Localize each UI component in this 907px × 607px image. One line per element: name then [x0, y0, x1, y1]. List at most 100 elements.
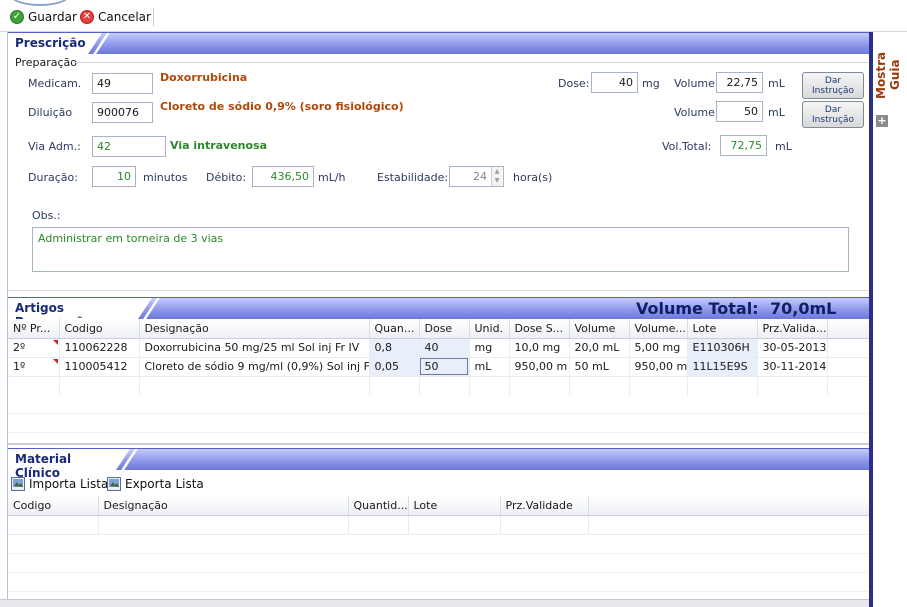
col-header-empty — [588, 496, 870, 516]
cell[interactable]: 110005412 — [59, 357, 140, 377]
material-table: Codigo Designação Quantid... Lote Prz.Va… — [8, 496, 870, 535]
col-header[interactable]: Prz.Valida... — [757, 319, 828, 339]
checkmark-icon: ✓ — [10, 10, 24, 24]
col-header[interactable]: Dose S... — [509, 319, 570, 339]
volume1-input[interactable] — [716, 72, 763, 93]
medicam-label: Medicam. — [28, 77, 82, 90]
cancel-icon: ✕ — [80, 10, 94, 24]
debito-input[interactable] — [252, 166, 314, 187]
debito-label: Débito: — [206, 171, 247, 184]
estabilidade-label: Estabilidade: — [377, 171, 449, 184]
cell[interactable]: 30-11-2014 — [757, 357, 828, 377]
dose-unit: mg — [642, 77, 660, 90]
group-line — [74, 62, 868, 63]
cell[interactable]: 10,0 mg — [509, 338, 570, 358]
col-header[interactable]: Quan... — [369, 319, 420, 339]
cell[interactable]: mg — [469, 338, 510, 358]
cancel-button[interactable]: ✕ Cancelar — [80, 9, 151, 25]
col-header[interactable]: Volume... — [629, 319, 688, 339]
expand-plus-icon[interactable]: + — [876, 115, 888, 127]
dar-instrucao-button-1[interactable]: Dar Instrução — [802, 72, 864, 99]
obs-label: Obs.: — [32, 209, 61, 222]
cell[interactable]: 20,0 mL — [569, 338, 630, 358]
cell[interactable]: 0,8 — [369, 338, 420, 358]
guide-side-panel — [869, 32, 907, 607]
artigos-title: Artigos Preparação — [8, 298, 152, 329]
debito-unit: mL/h — [318, 171, 346, 184]
dar-instrucao-button-2[interactable]: Dar Instrução — [802, 101, 864, 128]
diluicao-label: Diluição — [28, 106, 73, 119]
estabilidade-unit: hora(s) — [513, 171, 553, 184]
empty-row — [8, 376, 870, 396]
cell[interactable]: 0,05 — [369, 357, 420, 377]
vol-total-label: Vol.Total: — [662, 140, 712, 153]
col-header[interactable]: Lote — [408, 496, 501, 516]
cell[interactable]: Cloreto de sódio 9 mg/ml (0,9%) Sol inj … — [139, 357, 370, 377]
duracao-unit: minutos — [143, 171, 188, 184]
col-header[interactable]: Designação — [139, 319, 370, 339]
toolbar-separator — [153, 8, 154, 26]
col-header-empty — [827, 319, 870, 339]
bottom-border — [0, 599, 907, 607]
estabilidade-spinner[interactable]: ▲ ▼ — [491, 167, 502, 186]
diluicao-code-input[interactable] — [92, 102, 153, 123]
artigos-table: Nº Pr... Codigo Designação Quan... Dose … — [8, 319, 870, 396]
material-header: Material Clínico — [8, 448, 869, 480]
col-header[interactable]: Quantid... — [348, 496, 409, 516]
spin-down-icon[interactable]: ▼ — [492, 176, 502, 185]
spin-up-icon[interactable]: ▲ — [492, 167, 502, 176]
obs-textarea[interactable]: Administrar em torneira de 3 vias — [32, 227, 849, 272]
col-header[interactable]: Codigo — [8, 496, 99, 516]
col-header[interactable]: Designação — [98, 496, 349, 516]
importa-lista-label: Importa Lista — [29, 477, 109, 491]
vol-total-input[interactable] — [720, 135, 767, 156]
exporta-lista-button[interactable]: Exporta Lista — [107, 476, 204, 492]
cell[interactable]: 950,00 m — [629, 357, 688, 377]
material-empty-area — [8, 535, 869, 599]
col-header[interactable]: Volume — [569, 319, 630, 339]
col-header[interactable]: Dose — [419, 319, 470, 339]
toolbar: ✓ Guardar ✕ Cancelar — [0, 0, 907, 32]
col-header[interactable]: Lote — [687, 319, 758, 339]
volume1-unit: mL — [768, 77, 785, 90]
via-code-input[interactable] — [92, 136, 166, 157]
cell[interactable]: 1º — [8, 357, 60, 377]
col-header[interactable]: Prz.Validade — [500, 496, 589, 516]
volume1-label: Volume: — [674, 77, 719, 90]
table-row[interactable]: 2º 110062228 Doxorrubicina 50 mg/25 ml S… — [8, 338, 870, 358]
volume2-unit: mL — [768, 106, 785, 119]
duracao-input[interactable] — [92, 166, 136, 187]
cell[interactable]: E110306H — [687, 338, 758, 358]
cell[interactable]: 40 — [419, 338, 470, 358]
cell[interactable]: mL — [469, 357, 510, 377]
medicam-name: Doxorrubicina — [160, 71, 248, 84]
cell[interactable]: 950,00 m — [509, 357, 570, 377]
save-button[interactable]: ✓ Guardar — [10, 9, 77, 25]
volume2-input[interactable] — [716, 101, 763, 122]
col-header[interactable]: Codigo — [59, 319, 140, 339]
medicam-code-input[interactable] — [92, 73, 153, 94]
cell[interactable]: 30-05-2013 — [757, 338, 828, 358]
volume2-label: Volume: — [674, 106, 719, 119]
artigos-header-row: Nº Pr... Codigo Designação Quan... Dose … — [8, 319, 870, 339]
cell[interactable]: 2º — [8, 338, 60, 358]
preparacao-group-label: Preparação — [15, 56, 77, 69]
cell[interactable]: 11L15E9S — [687, 357, 758, 377]
cell[interactable]: 5,00 mg — [629, 338, 688, 358]
cell[interactable]: 110062228 — [59, 338, 140, 358]
exporta-lista-label: Exporta Lista — [125, 477, 204, 491]
cell[interactable]: 50 mL — [569, 357, 630, 377]
mostra-guia-tab[interactable]: Mostra Guia — [874, 38, 902, 112]
cell[interactable]: 50 — [419, 357, 470, 377]
col-header[interactable]: Nº Pr... — [8, 319, 60, 339]
duracao-label: Duração: — [28, 171, 78, 184]
material-header-row: Codigo Designação Quantid... Lote Prz.Va… — [8, 496, 870, 516]
volume-total-value: 70,0mL — [770, 299, 837, 318]
dose-input[interactable] — [591, 72, 638, 93]
table-row[interactable]: 1º 110005412 Cloreto de sódio 9 mg/ml (0… — [8, 357, 870, 377]
volume-total-label: Volume Total: — [636, 299, 759, 318]
col-header[interactable]: Unid. — [469, 319, 510, 339]
cell[interactable]: Doxorrubicina 50 mg/25 ml Sol inj Fr IV — [139, 338, 370, 358]
prescricao-title: Prescrição — [8, 33, 102, 54]
importa-lista-button[interactable]: Importa Lista — [11, 476, 108, 492]
